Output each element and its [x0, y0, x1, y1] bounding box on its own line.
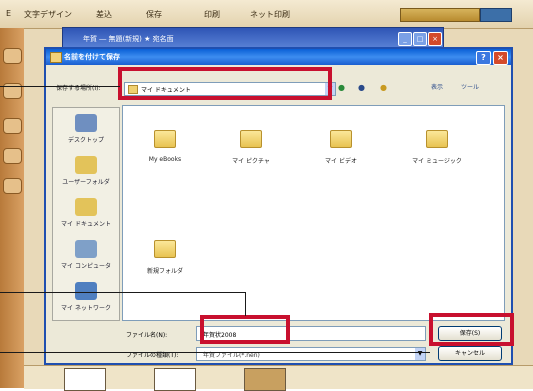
place-user-folder[interactable]: ユーザーフォルダ: [53, 152, 119, 196]
folder-icon: [154, 240, 176, 258]
chevron-down-icon[interactable]: ▼: [415, 348, 425, 360]
new-folder-icon[interactable]: ●: [380, 82, 387, 94]
list-item[interactable]: 新規フォルダ: [125, 240, 205, 275]
my-network-icon: [75, 282, 97, 300]
highlight-lookin: [118, 67, 332, 100]
callout-line-filename-vertical: [245, 292, 246, 316]
side-tab-5[interactable]: [3, 178, 22, 194]
filename-label: ファイル名(N):: [126, 332, 168, 339]
side-tab-4[interactable]: [3, 148, 22, 164]
folder-icon: [426, 130, 448, 148]
my-documents-icon: [75, 198, 97, 216]
menu-item-merge[interactable]: 差込: [96, 9, 112, 20]
help-button[interactable]: ?: [476, 51, 491, 65]
menu-item-text-design[interactable]: 文字デザイン: [24, 9, 72, 20]
highlight-filename: [200, 315, 290, 344]
place-desktop[interactable]: デスクトップ: [53, 110, 119, 154]
folder-icon: [154, 130, 176, 148]
folder-icon: [240, 130, 262, 148]
dialog-icon: [50, 52, 62, 63]
place-label: マイ ドキュメント: [61, 221, 111, 228]
close-icon[interactable]: ×: [428, 32, 442, 46]
place-label: ユーザーフォルダ: [62, 179, 110, 186]
back-icon[interactable]: ●: [338, 82, 345, 94]
callout-line-save: [0, 352, 430, 353]
my-computer-icon: [75, 240, 97, 258]
place-label: マイ ネットワーク: [61, 305, 111, 312]
menu-bar: E 文字デザイン 差込 保存 印刷 ネット印刷: [0, 0, 533, 29]
lookin-label: 保存する場所(I):: [56, 85, 101, 92]
highlight-save-button: [429, 313, 514, 346]
dialog-titlebar: 名前を付けて保存 ? ×: [46, 49, 511, 65]
thumbnail-strip: [24, 365, 533, 391]
promo-banner-2[interactable]: [480, 8, 512, 22]
place-my-documents[interactable]: マイ ドキュメント: [53, 194, 119, 238]
side-tab-3[interactable]: [3, 118, 22, 134]
dialog-title: 名前を付けて保存: [64, 53, 120, 61]
filetype-dropdown[interactable]: 年賀ファイル(*.nen) ▼: [196, 347, 426, 361]
menu-item-print[interactable]: 印刷: [204, 9, 220, 20]
list-item[interactable]: My eBooks: [125, 130, 205, 163]
left-tool-strip: [0, 28, 24, 388]
folder-icon: [330, 130, 352, 148]
menu-item-net-print[interactable]: ネット印刷: [250, 9, 290, 20]
promo-banner[interactable]: [400, 8, 480, 22]
list-item[interactable]: マイ ピクチャ: [211, 130, 291, 165]
file-label: マイ ミュージック: [412, 158, 462, 165]
place-label: マイ コンピュータ: [61, 263, 111, 270]
list-item[interactable]: マイ ビデオ: [301, 130, 381, 165]
side-tab-1[interactable]: [3, 48, 22, 64]
minimize-icon[interactable]: _: [398, 32, 412, 46]
cancel-button[interactable]: キャンセル: [438, 346, 502, 361]
place-label: デスクトップ: [67, 137, 104, 144]
file-label: マイ ピクチャ: [232, 158, 270, 165]
menu-item-e[interactable]: E: [6, 9, 11, 18]
places-bar: デスクトップ ユーザーフォルダ マイ ドキュメント マイ コンピュータ マイ ネ…: [52, 107, 120, 321]
place-my-network[interactable]: マイ ネットワーク: [53, 278, 119, 322]
list-item[interactable]: マイ ミュージック: [397, 130, 477, 165]
background-window-title: 年賀 ― 無題(新規) ★ 宛名面: [83, 35, 174, 43]
menu-item-save[interactable]: 保存: [146, 9, 162, 20]
views-menu-button[interactable]: 表示: [431, 82, 443, 94]
callout-line-filename: [0, 292, 246, 293]
desktop-icon: [75, 114, 97, 132]
file-label: 新規フォルダ: [146, 268, 183, 275]
file-label: マイ ビデオ: [325, 158, 357, 165]
file-list: My eBooks マイ ピクチャ マイ ビデオ マイ ミュージック 新規フォル…: [122, 105, 505, 321]
user-folder-icon: [75, 156, 97, 174]
callout-line-lookin: [0, 86, 120, 87]
dialog-close-button[interactable]: ×: [493, 51, 508, 65]
tools-menu-button[interactable]: ツール: [461, 82, 479, 94]
file-label: My eBooks: [148, 156, 182, 163]
maximize-icon[interactable]: □: [413, 32, 427, 46]
up-folder-icon[interactable]: ●: [358, 82, 365, 94]
place-my-computer[interactable]: マイ コンピュータ: [53, 236, 119, 280]
